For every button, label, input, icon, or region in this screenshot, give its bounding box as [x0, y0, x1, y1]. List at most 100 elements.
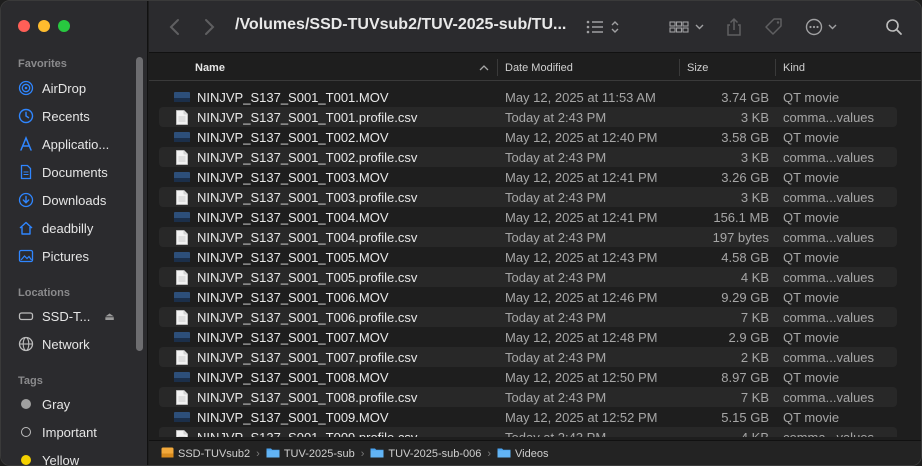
file-row[interactable]: NINJVP_S137_S001_T007.MOV May 12, 2025 at…	[159, 327, 897, 347]
network-icon	[18, 336, 34, 352]
list-view-button[interactable]	[585, 1, 619, 53]
clock-icon	[18, 108, 34, 124]
sidebar-item-label: AirDrop	[42, 80, 87, 96]
folder-icon	[497, 447, 511, 461]
column-header-date[interactable]: Date Modified	[505, 54, 573, 81]
close-window-button[interactable]	[18, 20, 30, 32]
folder-icon	[370, 447, 384, 461]
tag-dot-icon	[18, 424, 34, 440]
file-name-cell: NINJVP_S137_S001_T003.profile.csv	[174, 187, 417, 207]
search-button[interactable]	[885, 1, 903, 53]
csv-document-icon	[174, 349, 190, 365]
file-date-modified: May 12, 2025 at 12:48 PM	[505, 329, 658, 345]
sidebar-item-pictures[interactable]: Pictures	[18, 245, 89, 267]
forward-button[interactable]	[203, 1, 215, 53]
path-crumb[interactable]: TUV-2025-sub	[266, 447, 355, 461]
file-date-modified: Today at 2:43 PM	[505, 389, 607, 405]
file-row[interactable]: NINJVP_S137_S001_T003.profile.csv Today a…	[159, 187, 897, 207]
column-divider[interactable]	[775, 59, 776, 76]
file-name-cell: NINJVP_S137_S001_T009.profile.csv	[174, 427, 417, 437]
file-row[interactable]: NINJVP_S137_S001_T009.MOV May 12, 2025 at…	[159, 407, 897, 427]
file-name: NINJVP_S137_S001_T006.MOV	[197, 289, 389, 305]
share-button[interactable]	[726, 1, 742, 53]
file-row[interactable]: NINJVP_S137_S001_T001.MOV May 12, 2025 at…	[159, 87, 897, 107]
sidebar-scrollbar[interactable]	[136, 57, 143, 351]
column-divider[interactable]	[497, 59, 498, 76]
file-name-cell: NINJVP_S137_S001_T005.profile.csv	[174, 267, 417, 287]
file-row[interactable]: NINJVP_S137_S001_T006.profile.csv Today a…	[159, 307, 897, 327]
file-name: NINJVP_S137_S001_T003.MOV	[197, 169, 389, 185]
file-name: NINJVP_S137_S001_T003.profile.csv	[197, 189, 418, 205]
file-row[interactable]: NINJVP_S137_S001_T002.profile.csv Today a…	[159, 147, 897, 167]
sidebar-item-applications[interactable]: Applicatio...	[18, 133, 109, 155]
file-kind: comma...values	[783, 149, 875, 165]
file-row[interactable]: NINJVP_S137_S001_T008.MOV May 12, 2025 at…	[159, 367, 897, 387]
file-row[interactable]: NINJVP_S137_S001_T002.MOV May 12, 2025 at…	[159, 127, 897, 147]
file-name-cell: NINJVP_S137_S001_T001.profile.csv	[174, 107, 417, 127]
file-date-modified: May 12, 2025 at 12:50 PM	[505, 369, 658, 385]
file-row[interactable]: NINJVP_S137_S001_T006.MOV May 12, 2025 at…	[159, 287, 897, 307]
file-row[interactable]: NINJVP_S137_S001_T008.profile.csv Today a…	[159, 387, 897, 407]
sidebar-item-documents[interactable]: Documents	[18, 161, 108, 183]
more-actions-button[interactable]	[805, 1, 837, 53]
movie-thumbnail-icon	[174, 409, 190, 425]
movie-thumbnail-icon	[174, 89, 190, 105]
column-header-size[interactable]: Size	[687, 54, 708, 81]
file-size: 3.26 GB	[721, 169, 769, 185]
path-crumb[interactable]: TUV-2025-sub-006	[370, 447, 481, 461]
tag-button[interactable]	[764, 1, 784, 53]
eject-icon[interactable]: ⏏	[104, 310, 114, 323]
column-header-kind[interactable]: Kind	[783, 54, 805, 81]
sidebar-item-network[interactable]: Network	[18, 333, 90, 355]
minimize-window-button[interactable]	[38, 20, 50, 32]
column-divider[interactable]	[679, 59, 680, 76]
file-date-modified: May 12, 2025 at 12:41 PM	[505, 169, 658, 185]
file-row[interactable]: NINJVP_S137_S001_T009.profile.csv Today a…	[159, 427, 897, 437]
group-by-button[interactable]	[669, 1, 704, 53]
sidebar-item-airdrop[interactable]: AirDrop	[18, 77, 86, 99]
file-name: NINJVP_S137_S001_T001.MOV	[197, 89, 389, 105]
sidebar-item-recents[interactable]: Recents	[18, 105, 90, 127]
sidebar-item-ssd[interactable]: SSD-T... ⏏	[18, 305, 115, 327]
file-name: NINJVP_S137_S001_T009.profile.csv	[197, 429, 418, 438]
file-row[interactable]: NINJVP_S137_S001_T003.MOV May 12, 2025 at…	[159, 167, 897, 187]
column-header-label: Kind	[783, 61, 806, 74]
file-kind: QT movie	[783, 129, 840, 145]
pictures-icon	[18, 248, 34, 264]
sidebar-item-home[interactable]: deadbilly	[18, 217, 93, 239]
path-crumb[interactable]: SSD-TUVsub2	[161, 447, 250, 461]
file-row[interactable]: NINJVP_S137_S001_T004.profile.csv Today a…	[159, 227, 897, 247]
file-row[interactable]: NINJVP_S137_S001_T001.profile.csv Today a…	[159, 107, 897, 127]
sidebar-tag-important[interactable]: Important	[18, 421, 97, 443]
csv-document-icon	[174, 149, 190, 165]
file-row[interactable]: NINJVP_S137_S001_T007.profile.csv Today a…	[159, 347, 897, 367]
file-size: 3 KB	[740, 189, 769, 205]
file-kind: comma...values	[783, 109, 875, 125]
file-name-cell: NINJVP_S137_S001_T009.MOV	[174, 407, 389, 427]
home-icon	[18, 220, 34, 236]
file-date-modified: Today at 2:43 PM	[505, 189, 607, 205]
sidebar-tag-yellow[interactable]: Yellow	[18, 449, 79, 465]
path-crumb[interactable]: Videos	[497, 447, 548, 461]
file-row[interactable]: NINJVP_S137_S001_T005.profile.csv Today a…	[159, 267, 897, 287]
sidebar: Favorites AirDrop Recents Applicatio... …	[1, 1, 148, 465]
file-row[interactable]: NINJVP_S137_S001_T004.MOV May 12, 2025 at…	[159, 207, 897, 227]
file-name-cell: NINJVP_S137_S001_T006.MOV	[174, 287, 389, 307]
file-name: NINJVP_S137_S001_T002.MOV	[197, 129, 389, 145]
csv-document-icon	[174, 269, 190, 285]
file-date-modified: May 12, 2025 at 12:41 PM	[505, 209, 658, 225]
csv-document-icon	[174, 389, 190, 405]
sidebar-item-label: Recents	[42, 108, 90, 124]
sidebar-item-downloads[interactable]: Downloads	[18, 189, 106, 211]
back-button[interactable]	[169, 1, 181, 53]
file-size: 156.1 MB	[713, 209, 769, 225]
file-date-modified: Today at 2:43 PM	[505, 229, 607, 245]
column-header-name[interactable]: Name	[195, 54, 225, 81]
sort-ascending-icon[interactable]	[479, 54, 489, 81]
chevron-right-icon: ›	[487, 448, 492, 460]
file-row[interactable]: NINJVP_S137_S001_T005.MOV May 12, 2025 at…	[159, 247, 897, 267]
file-size: 2 KB	[740, 349, 769, 365]
file-name: NINJVP_S137_S001_T007.MOV	[197, 329, 389, 345]
sidebar-tag-gray[interactable]: Gray	[18, 393, 70, 415]
zoom-window-button[interactable]	[58, 20, 70, 32]
